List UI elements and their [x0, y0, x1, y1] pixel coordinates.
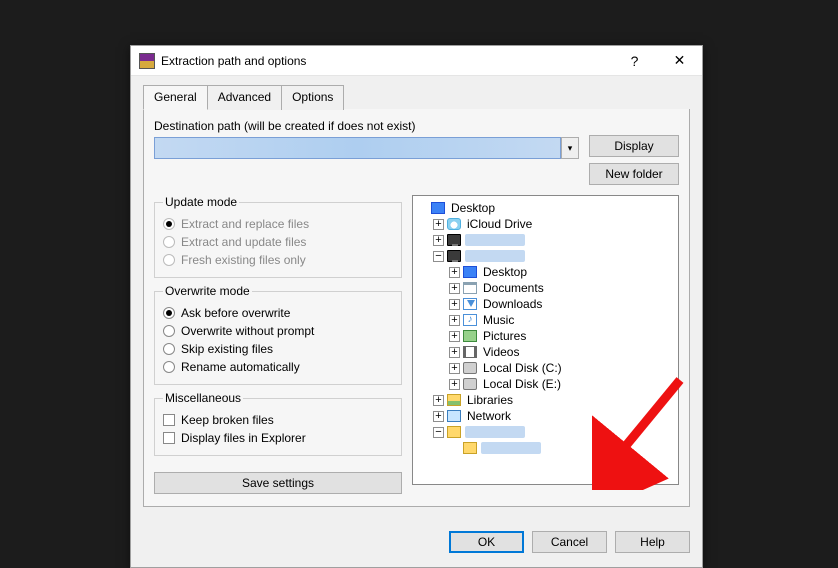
radio-icon [163, 236, 175, 248]
tab-options[interactable]: Options [281, 85, 344, 110]
folder-icon [463, 442, 477, 454]
opt-extract-replace[interactable]: Extract and replace files [163, 215, 393, 233]
desktop-icon [463, 266, 477, 278]
radio-icon [163, 254, 175, 266]
display-button[interactable]: Display [589, 135, 679, 157]
dialog-content: General Advanced Options Destination pat… [131, 76, 702, 521]
radio-icon [163, 343, 175, 355]
winrar-icon [139, 53, 155, 69]
tree-node-documents[interactable]: +Documents [417, 280, 674, 296]
help-button[interactable]: ? [612, 46, 657, 76]
radio-icon [163, 307, 175, 319]
misc-legend: Miscellaneous [163, 391, 243, 405]
radio-icon [163, 325, 175, 337]
group-overwrite-mode: Overwrite mode Ask before overwrite Over… [154, 284, 402, 385]
opt-keep-broken[interactable]: Keep broken files [163, 411, 393, 429]
destination-path-dropdown[interactable]: ▾ [561, 137, 579, 159]
expand-icon[interactable]: + [449, 347, 460, 358]
disk-icon [463, 378, 477, 390]
folder-tree[interactable]: Desktop +iCloud Drive +(redacted) −(reda… [412, 195, 679, 485]
group-update-mode: Update mode Extract and replace files Ex… [154, 195, 402, 278]
folder-icon [447, 426, 461, 438]
radio-icon [163, 218, 175, 230]
expand-icon[interactable]: + [449, 379, 460, 390]
expand-icon[interactable]: + [449, 283, 460, 294]
tree-node-videos[interactable]: +Videos [417, 344, 674, 360]
expand-icon[interactable]: + [433, 235, 444, 246]
opt-skip-existing[interactable]: Skip existing files [163, 340, 393, 358]
tab-advanced[interactable]: Advanced [207, 85, 282, 110]
opt-fresh-only[interactable]: Fresh existing files only [163, 251, 393, 269]
tab-strip: General Advanced Options [143, 84, 690, 109]
collapse-icon[interactable]: − [433, 427, 444, 438]
opt-ask-overwrite[interactable]: Ask before overwrite [163, 304, 393, 322]
expand-icon[interactable]: + [433, 395, 444, 406]
new-folder-button[interactable]: New folder [589, 163, 679, 185]
save-settings-button[interactable]: Save settings [154, 472, 402, 494]
destination-path-label: Destination path (will be created if doe… [154, 119, 579, 133]
cloud-icon [447, 218, 461, 230]
collapse-icon[interactable]: − [433, 251, 444, 262]
libraries-icon [447, 394, 461, 406]
tree-node-downloads[interactable]: +Downloads [417, 296, 674, 312]
checkbox-icon [163, 414, 175, 426]
tree-node-folder-a[interactable]: −(redacted) [417, 424, 674, 440]
expand-icon[interactable]: + [433, 411, 444, 422]
tab-page-general: Destination path (will be created if doe… [143, 109, 690, 507]
expand-icon[interactable]: + [449, 267, 460, 278]
tree-node-disk-c[interactable]: +Local Disk (C:) [417, 360, 674, 376]
checkbox-icon [163, 432, 175, 444]
desktop-icon [431, 202, 445, 214]
expand-icon[interactable]: + [449, 299, 460, 310]
expand-icon[interactable]: + [433, 219, 444, 230]
tree-node-icloud[interactable]: +iCloud Drive [417, 216, 674, 232]
tree-node-folder-b[interactable]: (redacted) [417, 440, 674, 456]
tree-node-music[interactable]: +♪Music [417, 312, 674, 328]
music-icon: ♪ [463, 314, 477, 326]
tree-node-pc[interactable]: −(redacted) [417, 248, 674, 264]
tab-general[interactable]: General [143, 85, 208, 110]
overwrite-mode-legend: Overwrite mode [163, 284, 252, 298]
help-button-bottom[interactable]: Help [615, 531, 690, 553]
expand-icon[interactable]: + [449, 363, 460, 374]
downloads-icon [463, 298, 477, 310]
group-misc: Miscellaneous Keep broken files Display … [154, 391, 402, 456]
close-button[interactable]: ✕ [657, 46, 702, 76]
documents-icon [463, 282, 477, 294]
destination-path-combo[interactable]: ▾ [154, 137, 579, 159]
pc-icon [447, 250, 461, 262]
tree-node-pc-desktop[interactable]: +Desktop [417, 264, 674, 280]
tree-node-pictures[interactable]: +Pictures [417, 328, 674, 344]
dialog-button-row: OK Cancel Help [131, 521, 702, 567]
destination-path-input[interactable] [154, 137, 561, 159]
titlebar: Extraction path and options ? ✕ [131, 46, 702, 76]
opt-rename-auto[interactable]: Rename automatically [163, 358, 393, 376]
opt-overwrite-noprompt[interactable]: Overwrite without prompt [163, 322, 393, 340]
tree-node-disk-e[interactable]: +Local Disk (E:) [417, 376, 674, 392]
radio-icon [163, 361, 175, 373]
dialog-extraction-options: Extraction path and options ? ✕ General … [130, 45, 703, 568]
opt-extract-update[interactable]: Extract and update files [163, 233, 393, 251]
tree-node-desktop[interactable]: Desktop [417, 200, 674, 216]
cancel-button[interactable]: Cancel [532, 531, 607, 553]
expand-icon[interactable]: + [449, 315, 460, 326]
pictures-icon [463, 330, 477, 342]
window-title: Extraction path and options [161, 54, 612, 68]
update-mode-legend: Update mode [163, 195, 239, 209]
network-icon [447, 410, 461, 422]
tree-node-network[interactable]: +Network [417, 408, 674, 424]
opt-display-explorer[interactable]: Display files in Explorer [163, 429, 393, 447]
videos-icon [463, 346, 477, 358]
tree-node-user[interactable]: +(redacted) [417, 232, 674, 248]
disk-icon [463, 362, 477, 374]
expand-icon[interactable]: + [449, 331, 460, 342]
ok-button[interactable]: OK [449, 531, 524, 553]
user-icon [447, 234, 461, 246]
tree-node-libraries[interactable]: +Libraries [417, 392, 674, 408]
